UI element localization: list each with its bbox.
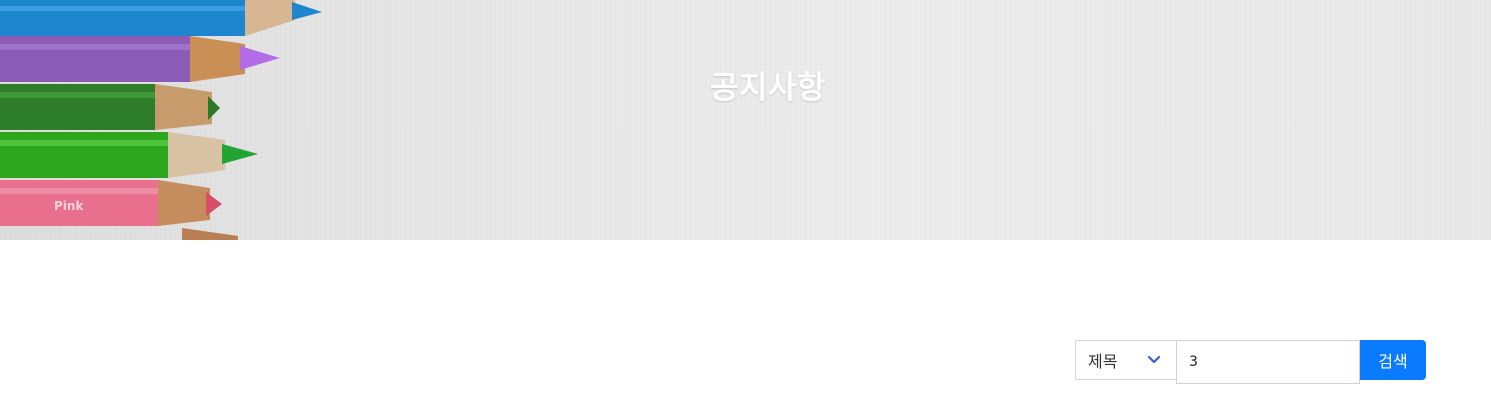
page-title: 공지사항 [709,70,827,106]
pencil-pink: Pink [0,180,222,226]
pencil-light-green [0,132,258,178]
colored-pencils-illustration: Pink [0,0,322,240]
search-filter-selected: 제목 [1088,352,1118,371]
search-filter-select[interactable]: 제목 [1075,340,1176,380]
hero-banner: Pink 공지사항 [0,0,1491,240]
search-bar: 제목 검색 [1075,340,1426,384]
chevron-down-icon [1146,352,1162,368]
pencil-label: Pink [54,199,84,213]
search-button[interactable]: 검색 [1360,340,1426,380]
search-input[interactable] [1176,340,1360,384]
pencil-blue [0,0,322,36]
pencil-bottom-partial [182,228,238,240]
